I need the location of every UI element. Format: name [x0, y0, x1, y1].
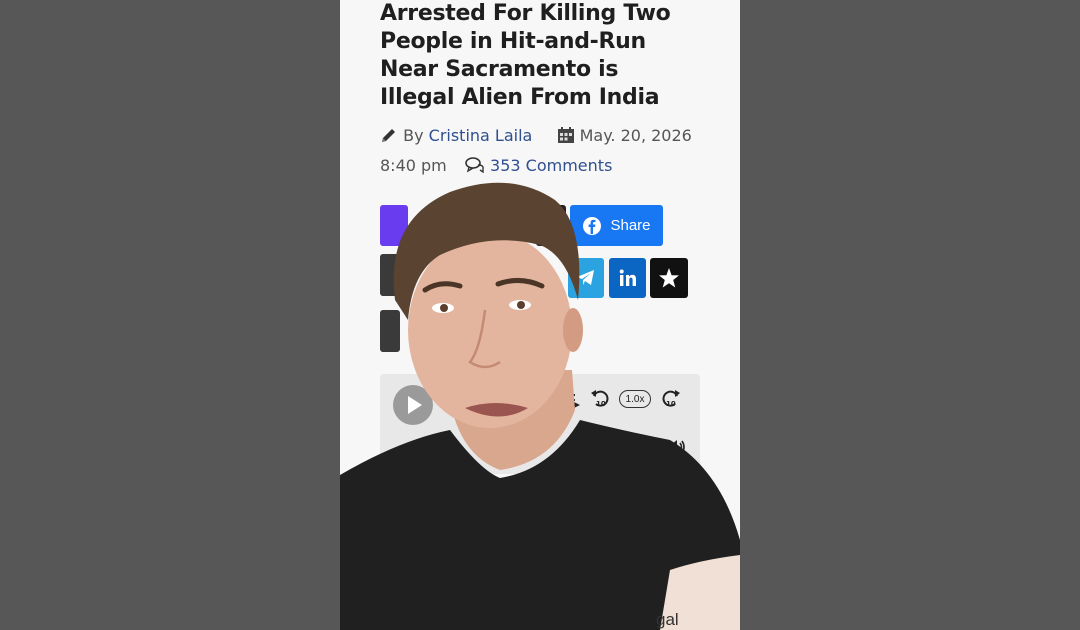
video-frame: Arrested For Killing Two People in Hit-a…: [340, 0, 740, 630]
presenter-overlay: [340, 182, 740, 630]
article-trailing-text: gal: [656, 610, 679, 629]
